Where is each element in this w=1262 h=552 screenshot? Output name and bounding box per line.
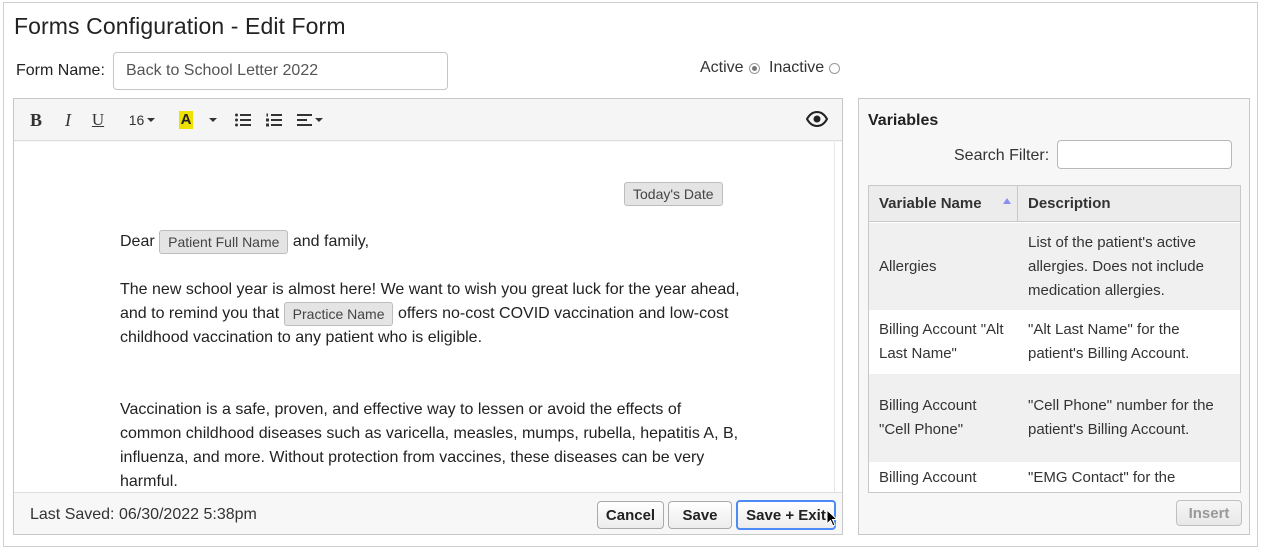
variable-name-cell: Billing Account [879, 469, 977, 486]
bold-button[interactable]: B [26, 108, 46, 132]
font-size-value: 16 [128, 112, 145, 128]
page-title: Forms Configuration - Edit Form [14, 13, 346, 39]
variable-description-cell: "EMG Contact" for the [1028, 469, 1176, 486]
column-description[interactable]: Description [1018, 186, 1240, 221]
font-size-dropdown[interactable]: 16 [122, 108, 162, 132]
form-name-label: Form Name: [16, 62, 105, 79]
italic-button[interactable]: I [58, 108, 78, 132]
preview-button[interactable] [804, 107, 830, 131]
practice-name-variable[interactable]: Practice Name [283, 302, 394, 326]
insert-button[interactable]: Insert [1176, 500, 1242, 526]
greeting-line: Dear Patient Full Name and family, [120, 230, 740, 254]
chevron-down-icon [315, 118, 323, 122]
greeting-prefix: Dear [120, 233, 155, 251]
column-description-label: Description [1028, 195, 1111, 212]
active-radio[interactable] [748, 62, 760, 74]
table-row[interactable]: Billing Account "EMG Contact" for the [869, 462, 1240, 492]
greeting-suffix: and family, [292, 233, 370, 251]
table-row[interactable]: Billing Account "Alt Last Name" "Alt Las… [869, 310, 1240, 374]
search-filter-label: Search Filter: [954, 147, 1050, 164]
variables-table: Variable Name Description Allergies List… [868, 185, 1241, 493]
sort-ascending-icon [1003, 198, 1011, 204]
variable-name-cell: Billing Account "Cell Phone" [879, 397, 977, 438]
align-left-icon [297, 114, 312, 126]
highlight-color-dropdown[interactable] [204, 108, 218, 132]
paragraph-1: The new school year is almost here! We w… [120, 278, 740, 350]
column-variable-name-label: Variable Name [879, 195, 982, 212]
variable-description-cell: List of the patient's active allergies. … [1028, 233, 1204, 299]
eye-icon [806, 111, 828, 127]
variable-description-cell: "Cell Phone" number for the patient's Bi… [1028, 397, 1214, 438]
numbered-list-icon [266, 113, 282, 127]
mouse-cursor-icon [826, 509, 838, 527]
highlight-color-button[interactable]: A [174, 108, 198, 132]
patient-full-name-variable[interactable]: Patient Full Name [159, 230, 289, 254]
search-filter-input[interactable] [1057, 140, 1232, 169]
cancel-button[interactable]: Cancel [597, 501, 664, 529]
variables-panel: Variables Search Filter: Variable Name D… [858, 98, 1250, 535]
status-inactive-label: Inactive [769, 59, 825, 76]
last-saved-text: Last Saved: 06/30/2022 5:38pm [30, 506, 257, 523]
inactive-radio[interactable] [829, 62, 841, 74]
form-name-input[interactable] [113, 52, 448, 90]
chevron-down-icon [208, 118, 217, 122]
save-exit-button[interactable]: Save + Exit [736, 500, 836, 530]
editor-document[interactable]: Today's Date Dear Patient Full Name and … [14, 142, 836, 492]
highlight-color-icon: A [178, 111, 194, 129]
variables-table-header: Variable Name Description [869, 186, 1240, 222]
table-row[interactable]: Allergies List of the patient's active a… [869, 223, 1240, 310]
variables-title: Variables [868, 112, 939, 129]
numbered-list-button[interactable] [263, 108, 285, 132]
editor-scrollbar[interactable] [834, 142, 842, 492]
variables-table-body: Allergies List of the patient's active a… [869, 223, 1240, 492]
bullet-list-button[interactable] [232, 108, 254, 132]
table-row[interactable]: Billing Account "Cell Phone" "Cell Phone… [869, 374, 1240, 462]
status-active-option[interactable]: Active [700, 59, 760, 77]
paragraph-2: Vaccination is a safe, proven, and effec… [120, 401, 739, 490]
todays-date-variable[interactable]: Today's Date [624, 182, 723, 206]
editor-footer: Last Saved: 06/30/2022 5:38pm Cancel Sav… [14, 492, 842, 534]
variable-name-cell: Billing Account "Alt Last Name" [879, 321, 1004, 362]
variable-description-cell: "Alt Last Name" for the patient's Billin… [1028, 321, 1190, 362]
bullet-list-icon [235, 113, 251, 127]
status-inactive-option[interactable]: Inactive [769, 59, 841, 77]
editor-toolbar: B I U 16 A [14, 99, 842, 141]
status-active-label: Active [700, 59, 744, 76]
underline-button[interactable]: U [88, 108, 108, 132]
align-dropdown[interactable] [294, 108, 326, 132]
form-editor: B I U 16 A Today's Date Dear Patient Ful… [13, 98, 843, 535]
column-variable-name[interactable]: Variable Name [869, 186, 1018, 221]
save-button[interactable]: Save [668, 501, 732, 529]
variable-name-cell: Allergies [879, 257, 937, 275]
chevron-down-icon [147, 118, 156, 122]
